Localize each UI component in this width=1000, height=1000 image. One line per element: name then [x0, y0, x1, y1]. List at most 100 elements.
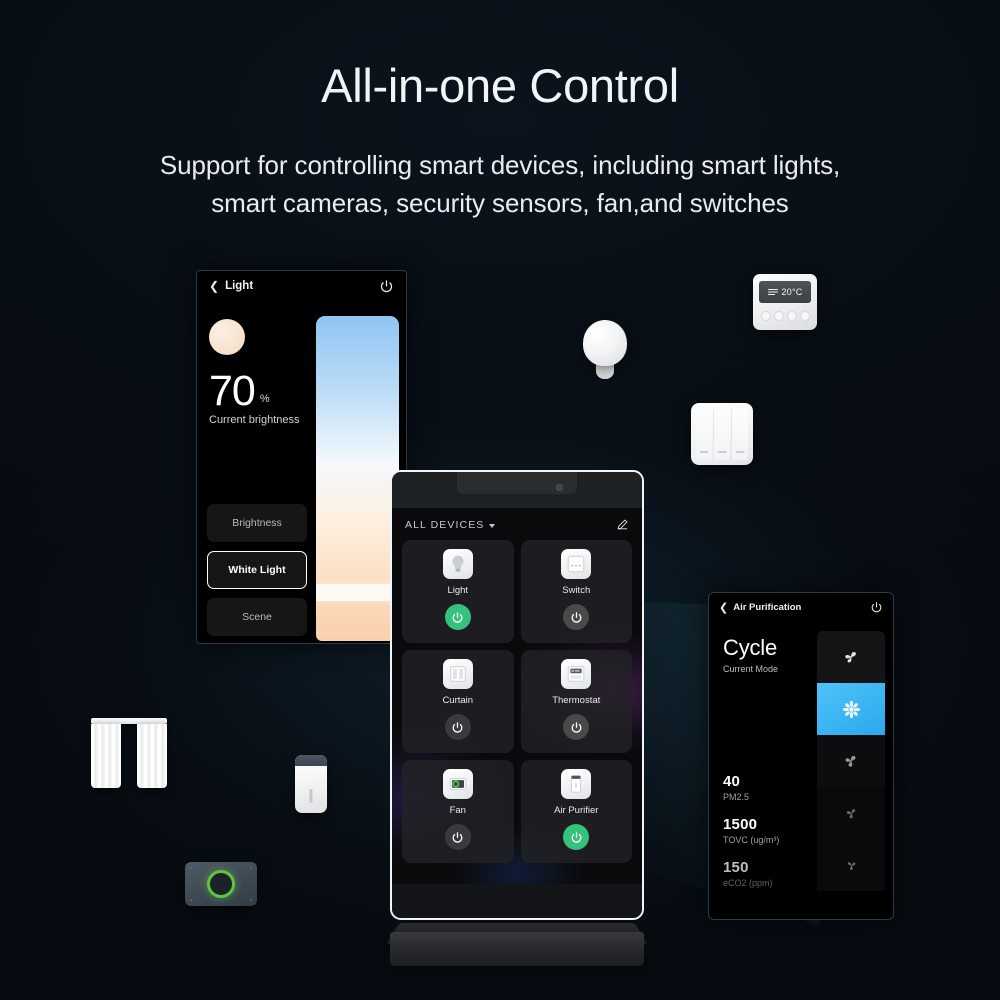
device-label: Curtain: [442, 695, 474, 706]
thermostat-display: 20°C: [759, 281, 811, 303]
camera-body: [185, 862, 257, 906]
stat-tovc: 1500 TOVC (ug/m³): [723, 816, 779, 845]
fan-level-2[interactable]: [817, 683, 885, 735]
page-subtitle: Support for controlling smart devices, i…: [0, 146, 1000, 222]
chevron-left-icon[interactable]: ❮: [719, 601, 728, 614]
smart-curtain: [91, 718, 167, 788]
device-label: Thermostat: [552, 695, 601, 706]
purifier-body-icon: [295, 755, 327, 813]
brightness-slider[interactable]: [316, 316, 399, 641]
fan-icon-3: [845, 755, 856, 767]
light-color-swatch[interactable]: [209, 319, 245, 355]
promo-page: All-in-one Control Support for controlli…: [0, 0, 1000, 1000]
all-devices-label: ALL DEVICES: [405, 518, 485, 531]
fan-level-4[interactable]: [817, 787, 885, 839]
switch-icon: [561, 549, 592, 579]
device-tile-curtain[interactable]: Curtain: [402, 650, 514, 753]
air-panel-title: Air Purification: [733, 601, 802, 613]
tablet-chin: [392, 884, 642, 918]
page-title: All-in-one Control: [321, 59, 679, 112]
air-purification-panel: ❮ Air Purification Cycle Current Mode 40…: [708, 592, 894, 920]
power-icon[interactable]: [870, 601, 883, 614]
brightness-value-group: 70 %: [209, 367, 270, 415]
device-label: Light: [447, 585, 469, 596]
security-camera: [185, 862, 257, 906]
device-label: Switch: [562, 585, 591, 596]
air-panel-titlebar: ❮ Air Purification: [709, 593, 893, 621]
wall-switch-body: [691, 403, 753, 465]
device-power-button[interactable]: [563, 824, 590, 850]
camera-screw: [250, 899, 252, 901]
smart-tablet: ALL DEVICES Light Switch Curtain Thermos…: [390, 470, 644, 920]
air-purifier-device: [295, 755, 327, 813]
fan-icon-1: [845, 652, 856, 663]
brightness-value: 70: [209, 367, 256, 415]
curtain-panel-right: [137, 724, 167, 788]
light-mode-buttons: Brightness White Light Scene: [207, 504, 307, 643]
device-power-button[interactable]: [444, 604, 471, 630]
device-tile-air-purifier[interactable]: Air Purifier: [520, 760, 632, 863]
pencil-icon[interactable]: [616, 518, 629, 531]
page-subtitle-line2: smart cameras, security sensors, fan,and…: [211, 188, 789, 218]
thermostat-body: 20°C: [753, 274, 817, 330]
smart-thermostat: 20°C: [753, 274, 817, 330]
camera-icon: [442, 769, 473, 799]
thermostat-icon: [561, 659, 592, 689]
power-icon[interactable]: [379, 279, 394, 294]
fan-icon-2: [842, 700, 860, 718]
wave-icon: [767, 289, 778, 295]
stat-pm25: 40 PM2.5: [723, 773, 779, 802]
light-panel-titlebar: ❮ Light: [197, 271, 406, 301]
purifier-icon: [561, 769, 592, 799]
device-power-button[interactable]: [563, 714, 590, 740]
stat-value: 1500: [723, 816, 758, 833]
curtain-icon: [442, 659, 473, 689]
camera-screw: [250, 867, 252, 869]
bulb-icon: [442, 549, 473, 579]
current-mode-caption: Current Mode: [723, 664, 779, 674]
device-tile-fan[interactable]: Fan: [402, 760, 514, 863]
fan-level-1[interactable]: [817, 631, 885, 683]
current-mode-group: Cycle Current Mode: [723, 635, 778, 674]
all-devices-header: ALL DEVICES: [402, 518, 632, 531]
brightness-caption: Current brightness: [209, 414, 300, 426]
device-grid: Light Switch Curtain Thermostat Fan Air …: [402, 540, 632, 863]
stat-label: PM2.5: [723, 792, 750, 802]
light-panel-title: Light: [225, 280, 254, 292]
stat-value: 150: [723, 859, 749, 876]
camera-screw: [190, 899, 192, 901]
bulb-glass-icon: [583, 320, 627, 366]
light-mode-white-light[interactable]: White Light: [207, 551, 307, 589]
fan-level-3[interactable]: [817, 735, 885, 787]
chevron-down-icon[interactable]: [489, 524, 496, 528]
device-power-button[interactable]: [563, 604, 590, 630]
light-mode-brightness[interactable]: Brightness: [207, 504, 307, 542]
stat-label: eCO2 (ppm): [723, 878, 773, 888]
air-quality-stats: 40 PM2.5 1500 TOVC (ug/m³) 150 eCO2 (ppm…: [723, 773, 779, 902]
curtain-panels-icon: [91, 724, 167, 788]
fan-speed-selector: [817, 631, 885, 891]
brightness-unit: %: [259, 393, 270, 405]
device-label: Air Purifier: [554, 805, 599, 816]
brightness-slider-handle[interactable]: [316, 584, 399, 601]
thermostat-btn: [760, 311, 771, 321]
device-tile-light[interactable]: Light: [402, 540, 514, 643]
fan-icon-4: [846, 808, 855, 818]
device-power-button[interactable]: [444, 824, 471, 850]
light-mode-scene[interactable]: Scene: [207, 598, 307, 636]
stand-base: [390, 932, 644, 966]
thermostat-btn: [773, 311, 784, 321]
device-power-button[interactable]: [444, 714, 471, 740]
current-mode-value: Cycle: [723, 635, 778, 660]
thermostat-btn: [786, 311, 797, 321]
switch-gang-3: [731, 408, 748, 460]
device-tile-switch[interactable]: Switch: [520, 540, 632, 643]
chevron-left-icon[interactable]: ❮: [209, 279, 219, 293]
thermostat-buttons: [759, 311, 811, 321]
switch-gang-1: [696, 408, 712, 460]
device-tile-thermostat[interactable]: Thermostat: [520, 650, 632, 753]
fan-level-5[interactable]: [817, 839, 885, 891]
smart-bulb: [583, 320, 627, 382]
tablet-bezel: [392, 472, 642, 508]
page-subtitle-line1: Support for controlling smart devices, i…: [159, 150, 841, 180]
